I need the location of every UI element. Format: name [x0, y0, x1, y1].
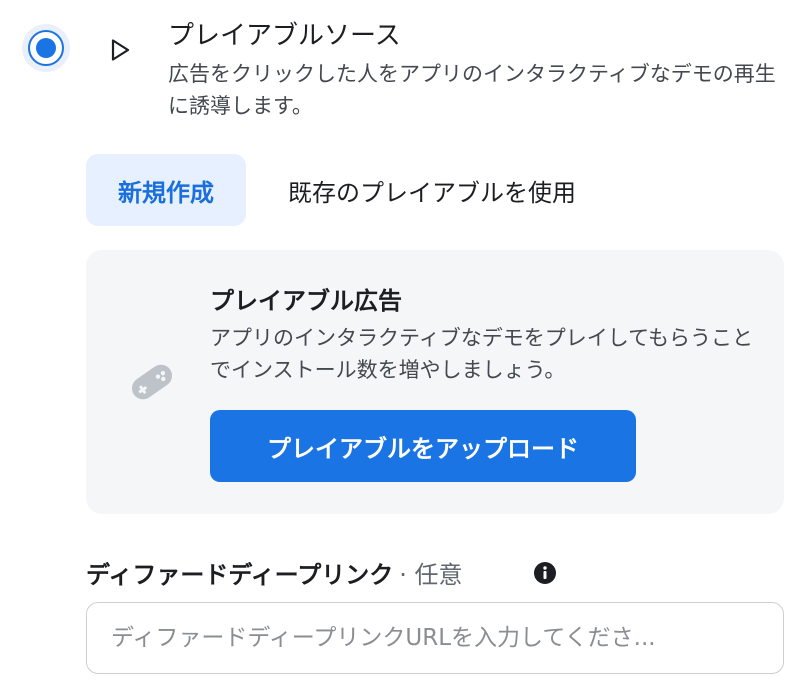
- radio-selected-dot: [36, 38, 56, 58]
- radio-ring: [28, 30, 64, 66]
- play-icon: [111, 39, 130, 61]
- info-icon[interactable]: [533, 561, 557, 585]
- tab-create-new[interactable]: 新規作成: [86, 154, 246, 226]
- playable-ad-description: アプリのインタラクティブなデモをプレイしてもらうことでインストール数を増やしまし…: [210, 326, 754, 382]
- option-description: 広告をクリックした人をアプリのインタラクティブなデモの再生に誘導します。: [168, 62, 776, 118]
- optional-tag: · 任意: [399, 560, 463, 589]
- upload-playable-button[interactable]: プレイアブルをアップロード: [210, 410, 636, 482]
- option-title: プレイアブルソース: [168, 21, 401, 51]
- deeplink-field-label: ディファードディープリンク · 任意: [86, 554, 462, 590]
- gamepad-icon: [131, 364, 173, 400]
- deeplink-url-input[interactable]: [86, 602, 784, 674]
- playable-ad-title: プレイアブル広告: [210, 287, 402, 315]
- deeplink-label-text: ディファードディープリンク: [86, 560, 394, 589]
- tab-use-existing-playable[interactable]: 既存のプレイアブルを使用: [288, 154, 576, 226]
- playable-source-radio[interactable]: [22, 24, 70, 72]
